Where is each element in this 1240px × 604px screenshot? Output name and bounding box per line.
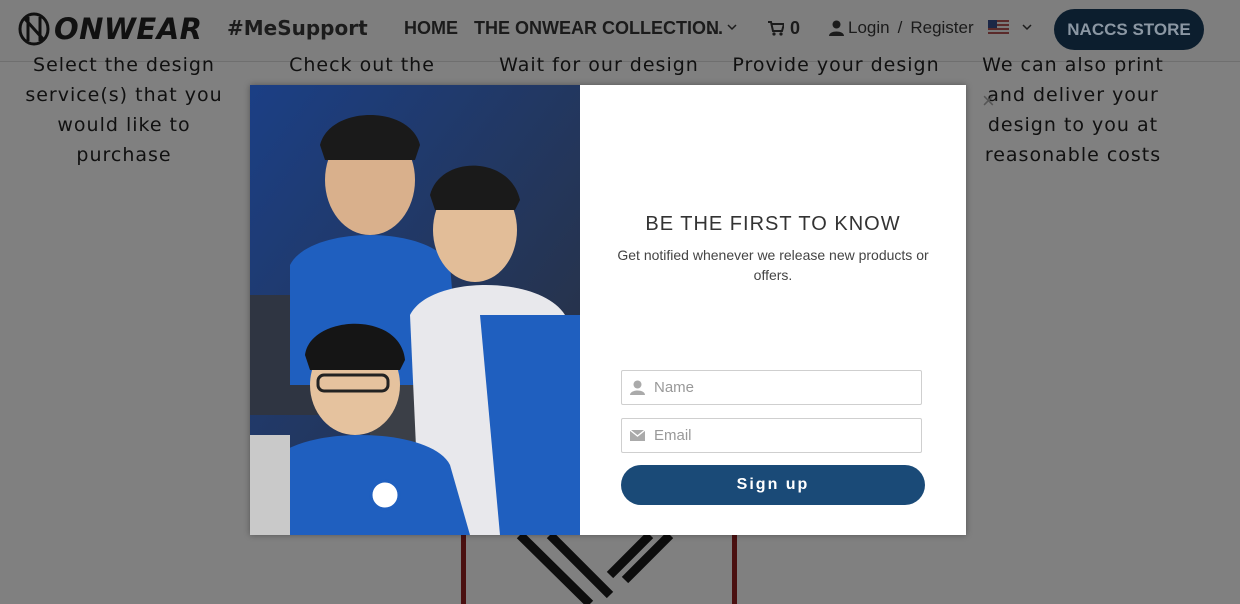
- close-popup-button[interactable]: ×: [982, 88, 995, 114]
- popup-subtitle: Get notified whenever we release new pro…: [617, 247, 929, 283]
- login-link[interactable]: Login: [848, 18, 890, 38]
- decorative-line: [732, 535, 737, 604]
- nav-more-menu[interactable]: ...: [708, 18, 723, 39]
- popup-title: BE THE FIRST TO KNOW: [645, 213, 901, 235]
- mesupport-link[interactable]: #MeSupport: [227, 16, 368, 40]
- us-flag-icon[interactable]: [988, 20, 1009, 34]
- chevron-down-icon[interactable]: [1022, 23, 1032, 31]
- cart-button[interactable]: 0: [768, 18, 800, 39]
- logo-wordmark: ONWEAR: [54, 12, 203, 46]
- step-text: We can also print and deliver your desig…: [982, 54, 1164, 166]
- step-text: Select the design service(s) that you wo…: [25, 54, 223, 166]
- esports-team-photo: [250, 85, 580, 535]
- decorative-graphic: [516, 535, 674, 604]
- nav-home[interactable]: HOME: [404, 18, 458, 39]
- register-link[interactable]: Register: [910, 18, 973, 38]
- user-icon: [630, 380, 645, 395]
- onwear-logo-icon: [18, 12, 50, 46]
- name-input[interactable]: [652, 378, 906, 397]
- login-separator: /: [897, 18, 903, 37]
- cart-icon: [768, 21, 784, 36]
- step-text: Provide your design: [732, 54, 940, 76]
- naccs-store-button[interactable]: NACCS STORE: [1054, 9, 1204, 50]
- newsletter-popup: × BE THE FIRST TO KNOW Get notified when…: [250, 85, 995, 535]
- chevron-down-icon[interactable]: [727, 23, 737, 31]
- sign-up-button[interactable]: Sign up: [621, 465, 925, 505]
- nav-onwear-collection[interactable]: THE ONWEAR COLLECTION: [474, 18, 719, 39]
- cart-count: 0: [790, 18, 801, 38]
- name-field[interactable]: [621, 370, 922, 405]
- decorative-line: [461, 535, 466, 604]
- user-icon: [829, 20, 844, 36]
- account-links: Login / Register: [829, 18, 974, 38]
- email-input[interactable]: [652, 426, 906, 445]
- envelope-icon: [630, 430, 645, 441]
- site-logo[interactable]: ONWEAR: [16, 10, 203, 48]
- email-field[interactable]: [621, 418, 922, 453]
